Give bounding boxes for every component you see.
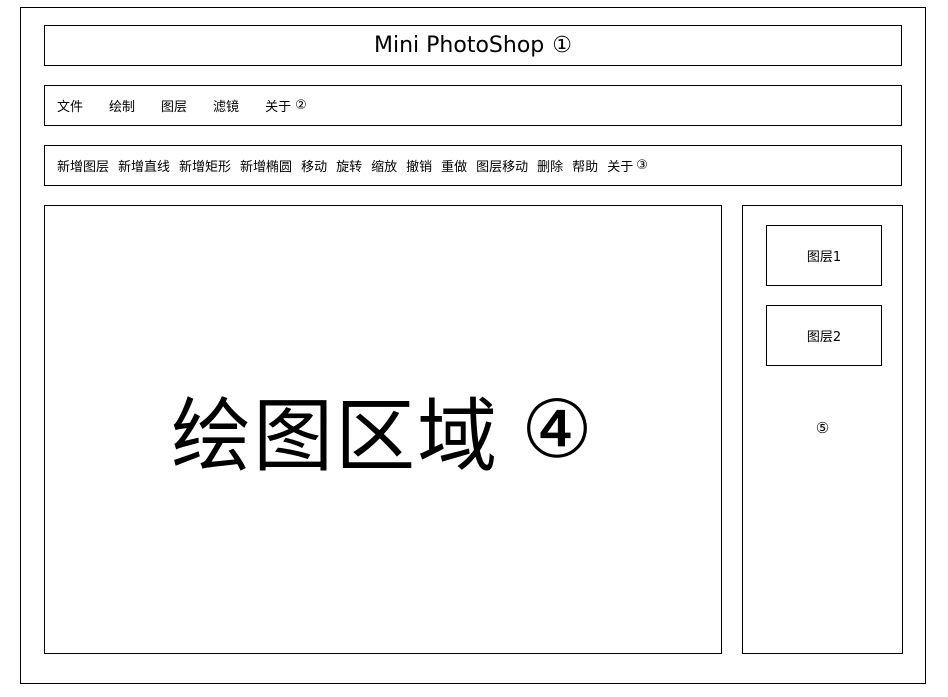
menu-filter[interactable]: 滤镜 bbox=[213, 96, 239, 115]
tool-about[interactable]: 关于 bbox=[607, 156, 633, 175]
title-region-number: ① bbox=[552, 33, 572, 58]
tool-undo[interactable]: 撤销 bbox=[406, 156, 432, 175]
canvas-label: 绘图区域 bbox=[171, 389, 500, 483]
tool-new-ellipse[interactable]: 新增椭圆 bbox=[240, 156, 292, 175]
title-bar: Mini PhotoShop ① bbox=[44, 25, 902, 66]
tool-rotate[interactable]: 旋转 bbox=[336, 156, 362, 175]
layer-item-label: 图层1 bbox=[806, 250, 842, 265]
tool-layer-move[interactable]: 图层移动 bbox=[476, 156, 528, 175]
layer-panel-region-number: ⑤ bbox=[815, 419, 830, 437]
drawing-canvas[interactable]: 绘图区域 ④ bbox=[44, 205, 722, 654]
tool-delete[interactable]: 删除 bbox=[537, 156, 563, 175]
layer-item-2[interactable]: 图层2 bbox=[766, 305, 882, 366]
tool-new-line[interactable]: 新增直线 bbox=[118, 156, 170, 175]
menu-region-number: ② bbox=[295, 98, 307, 113]
tool-new-rectangle[interactable]: 新增矩形 bbox=[179, 156, 231, 175]
tool-bar: 新增图层 新增直线 新增矩形 新增椭圆 移动 旋转 缩放 撤销 重做 图层移动 … bbox=[44, 145, 902, 186]
layer-panel: 图层1 图层2 ⑤ bbox=[742, 205, 903, 654]
app-title: Mini PhotoShop bbox=[374, 33, 545, 58]
canvas-region-number: ④ bbox=[521, 383, 595, 476]
tool-scale[interactable]: 缩放 bbox=[371, 156, 397, 175]
menu-layer[interactable]: 图层 bbox=[161, 96, 187, 115]
toolbar-region-number: ③ bbox=[636, 158, 648, 173]
layer-item-1[interactable]: 图层1 bbox=[766, 225, 882, 286]
tool-redo[interactable]: 重做 bbox=[441, 156, 467, 175]
menu-about[interactable]: 关于 bbox=[265, 96, 291, 115]
layer-item-label: 图层2 bbox=[806, 330, 842, 345]
menu-bar: 文件 绘制 图层 滤镜 关于 ② bbox=[44, 85, 902, 126]
menu-file[interactable]: 文件 bbox=[57, 96, 83, 115]
tool-move[interactable]: 移动 bbox=[301, 156, 327, 175]
tool-help[interactable]: 帮助 bbox=[572, 156, 598, 175]
menu-draw[interactable]: 绘制 bbox=[109, 96, 135, 115]
tool-new-layer[interactable]: 新增图层 bbox=[57, 156, 109, 175]
